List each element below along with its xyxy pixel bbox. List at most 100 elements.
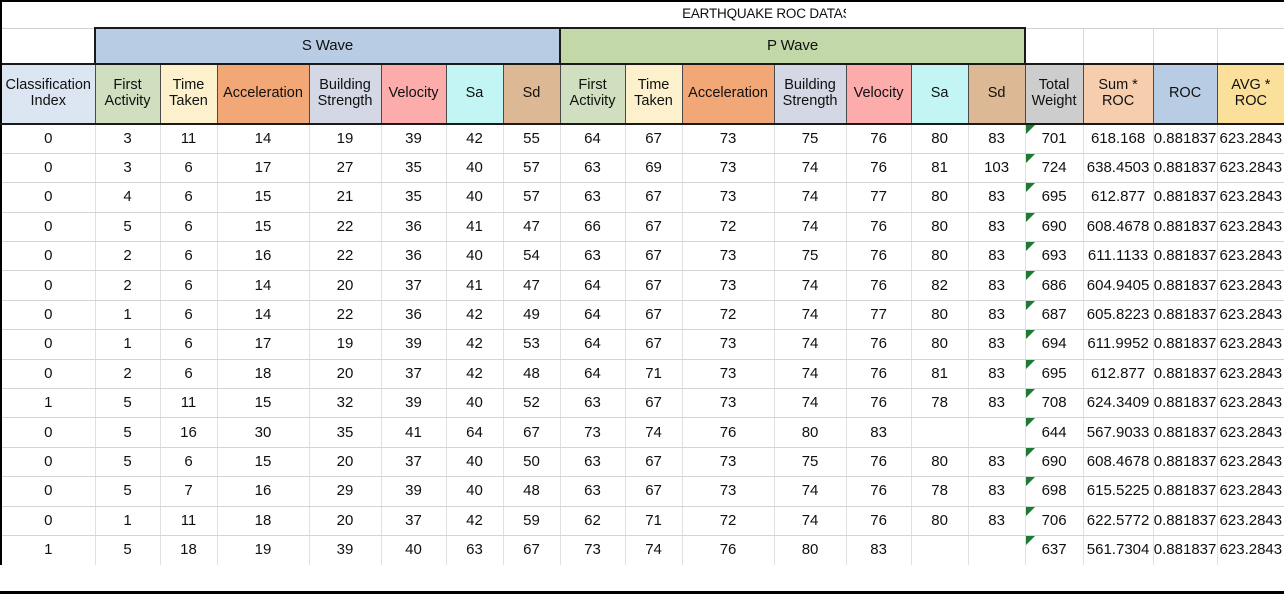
cell-s-sa[interactable]: 64 (445, 417, 504, 448)
cell-sum-roc[interactable]: 605.8223 (1082, 300, 1154, 331)
table-row[interactable]: 0 5 6 15 20 37 40 50 63 67 73 75 76 80 83 690 608.4678 0.… (0, 447, 1284, 478)
cell-avg-roc[interactable]: 623.2843 (1216, 153, 1284, 184)
cell-s-sa[interactable]: 42 (445, 329, 504, 360)
cell-p-first-activity[interactable]: 63 (559, 241, 626, 272)
column-header-s-sd[interactable]: Sd (502, 63, 561, 125)
cell-s-building-strength[interactable]: 21 (308, 182, 382, 213)
cell-roc[interactable]: 0.881837 (1152, 124, 1218, 154)
cell-p-sd[interactable]: 83 (967, 124, 1026, 154)
cell-s-building-strength[interactable]: 20 (308, 359, 382, 390)
cell-s-building-strength[interactable]: 22 (308, 300, 382, 331)
cell-p-sa[interactable]: 80 (910, 329, 969, 360)
cell-s-building-strength[interactable]: 35 (308, 417, 382, 448)
cell-s-sd[interactable]: 49 (502, 300, 561, 331)
cell-p-building-strength[interactable]: 75 (773, 124, 847, 154)
cell-total-weight[interactable]: 687 (1024, 300, 1084, 331)
cell-avg-roc[interactable]: 623.2843 (1216, 270, 1284, 301)
cell-s-sd[interactable]: 48 (502, 359, 561, 390)
column-header-classification-index[interactable]: Classification Index (0, 63, 96, 125)
cell-p-acceleration[interactable]: 73 (681, 241, 775, 272)
cell-sum-roc[interactable]: 615.5225 (1082, 476, 1154, 507)
cell-s-time-taken[interactable]: 6 (159, 270, 218, 301)
cell-p-acceleration[interactable]: 73 (681, 270, 775, 301)
table-row[interactable]: 0 5 7 16 29 39 40 48 63 67 73 74 76 78 83 698 615.5225 0.… (0, 476, 1284, 507)
cell-roc[interactable]: 0.881837 (1152, 270, 1218, 301)
cell-p-building-strength[interactable]: 80 (773, 417, 847, 448)
cell-s-building-strength[interactable]: 39 (308, 535, 382, 565)
cell-p-first-activity[interactable]: 66 (559, 212, 626, 243)
cell-p-sa[interactable]: 78 (910, 388, 969, 419)
cell-p-sd[interactable]: 83 (967, 388, 1026, 419)
cell-p-first-activity[interactable]: 64 (559, 329, 626, 360)
cell-s-sd[interactable]: 57 (502, 153, 561, 184)
cell-classification-index[interactable]: 0 (0, 212, 96, 243)
cell-total-weight[interactable]: 693 (1024, 241, 1084, 272)
cell-p-building-strength[interactable]: 74 (773, 506, 847, 536)
cell-p-acceleration[interactable]: 76 (681, 417, 775, 448)
cell-p-acceleration[interactable]: 73 (681, 329, 775, 360)
cell-s-time-taken[interactable]: 6 (159, 329, 218, 360)
cell-classification-index[interactable]: 0 (0, 124, 96, 154)
cell-classification-index[interactable]: 0 (0, 270, 96, 301)
cell-s-time-taken[interactable]: 6 (159, 182, 218, 213)
cell-s-sd[interactable]: 53 (502, 329, 561, 360)
cell-p-velocity[interactable]: 76 (845, 388, 912, 419)
cell-total-weight[interactable]: 637 (1024, 535, 1084, 565)
cell-s-time-taken[interactable]: 6 (159, 212, 218, 243)
cell-p-acceleration[interactable]: 76 (681, 535, 775, 565)
cell-total-weight[interactable]: 695 (1024, 182, 1084, 213)
cell-avg-roc[interactable]: 623.2843 (1216, 476, 1284, 507)
cell-sum-roc[interactable]: 567.9033 (1082, 417, 1154, 448)
cell-p-first-activity[interactable]: 73 (559, 535, 626, 565)
cell-s-sa[interactable]: 41 (445, 270, 504, 301)
cell-avg-roc[interactable]: 623.2843 (1216, 300, 1284, 331)
cell-sum-roc[interactable]: 611.9952 (1082, 329, 1154, 360)
cell-s-first-activity[interactable]: 1 (94, 506, 161, 536)
cell-p-sa[interactable]: 82 (910, 270, 969, 301)
cell-classification-index[interactable]: 1 (0, 388, 96, 419)
cell-avg-roc[interactable]: 623.2843 (1216, 241, 1284, 272)
cell-p-time-taken[interactable]: 74 (624, 535, 683, 565)
cell-sum-roc[interactable]: 612.877 (1082, 182, 1154, 213)
cell-total-weight[interactable]: 695 (1024, 359, 1084, 390)
cell-p-acceleration[interactable]: 73 (681, 388, 775, 419)
cell-s-time-taken[interactable]: 6 (159, 153, 218, 184)
cell-total-weight[interactable]: 690 (1024, 212, 1084, 243)
cell-s-sd[interactable]: 67 (502, 535, 561, 565)
cell-p-first-activity[interactable]: 63 (559, 388, 626, 419)
cell-s-time-taken[interactable]: 11 (159, 506, 218, 536)
cell-p-first-activity[interactable]: 73 (559, 417, 626, 448)
cell-s-velocity[interactable]: 37 (380, 359, 447, 390)
table-row[interactable]: 0 5 6 15 22 36 41 47 66 67 72 74 76 80 83 690 608.4678 0.… (0, 212, 1284, 243)
cell-s-first-activity[interactable]: 2 (94, 270, 161, 301)
cell-s-first-activity[interactable]: 3 (94, 124, 161, 154)
cell-p-first-activity[interactable]: 64 (559, 270, 626, 301)
cell-s-sa[interactable]: 42 (445, 506, 504, 536)
cell-p-acceleration[interactable]: 73 (681, 124, 775, 154)
cell-sum-roc[interactable]: 608.4678 (1082, 447, 1154, 478)
cell-s-time-taken[interactable]: 11 (159, 124, 218, 154)
cell-s-acceleration[interactable]: 18 (216, 506, 310, 536)
cell-s-acceleration[interactable]: 15 (216, 447, 310, 478)
cell-s-first-activity[interactable]: 5 (94, 447, 161, 478)
cell-s-first-activity[interactable]: 5 (94, 212, 161, 243)
cell-s-sd[interactable]: 47 (502, 270, 561, 301)
cell-s-time-taken[interactable]: 6 (159, 447, 218, 478)
cell-s-time-taken[interactable]: 7 (159, 476, 218, 507)
cell-sum-roc[interactable]: 638.4503 (1082, 153, 1154, 184)
column-header-p-building-strength[interactable]: Building Strength (773, 63, 847, 125)
table-row[interactable]: 0 2 6 16 22 36 40 54 63 67 73 75 76 80 83 693 611.1133 0.… (0, 241, 1284, 272)
cell-p-building-strength[interactable]: 74 (773, 388, 847, 419)
cell-s-first-activity[interactable]: 5 (94, 535, 161, 565)
cell-total-weight[interactable]: 701 (1024, 124, 1084, 154)
cell-roc[interactable]: 0.881837 (1152, 212, 1218, 243)
cell-roc[interactable]: 0.881837 (1152, 329, 1218, 360)
cell-p-velocity[interactable]: 83 (845, 417, 912, 448)
table-row[interactable]: 1 5 11 15 32 39 40 52 63 67 73 74 76 78 83 708 624.3409 0… (0, 388, 1284, 419)
cell-s-sa[interactable]: 63 (445, 535, 504, 565)
cell-p-time-taken[interactable]: 67 (624, 388, 683, 419)
cell-s-acceleration[interactable]: 16 (216, 241, 310, 272)
table-row[interactable]: 0 1 6 14 22 36 42 49 64 67 72 74 77 80 83 687 605.8223 0.… (0, 300, 1284, 331)
cell-p-first-activity[interactable]: 63 (559, 182, 626, 213)
cell-avg-roc[interactable]: 623.2843 (1216, 506, 1284, 536)
